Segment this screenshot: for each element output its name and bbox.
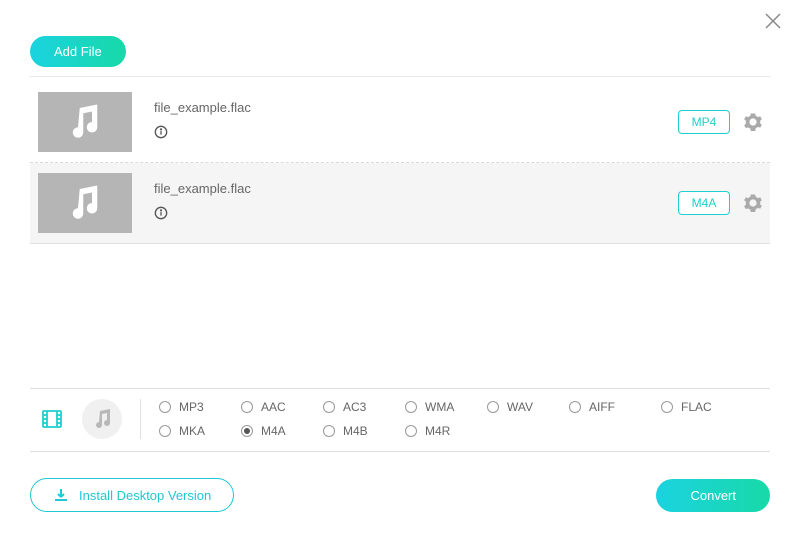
format-option-label: WMA [425, 400, 454, 414]
settings-button[interactable] [744, 194, 762, 212]
radio-icon [159, 425, 171, 437]
film-icon [40, 407, 64, 431]
format-option-label: WAV [507, 400, 533, 414]
radio-icon [241, 425, 253, 437]
format-option-m4r[interactable]: M4R [405, 424, 487, 438]
download-icon [53, 487, 69, 503]
format-option-flac[interactable]: FLAC [661, 400, 753, 414]
format-option-wav[interactable]: WAV [487, 400, 569, 414]
gear-icon [744, 194, 762, 212]
format-option-label: M4R [425, 424, 450, 438]
format-option-m4b[interactable]: M4B [323, 424, 405, 438]
add-file-button[interactable]: Add File [30, 36, 126, 67]
file-thumbnail [38, 173, 132, 233]
radio-icon [405, 401, 417, 413]
gear-icon [744, 113, 762, 131]
file-list: file_example.flac MP4 file_example.flac … [30, 82, 770, 244]
radio-icon [323, 401, 335, 413]
info-button[interactable] [154, 125, 168, 139]
radio-icon [661, 401, 673, 413]
radio-icon [405, 425, 417, 437]
install-label: Install Desktop Version [79, 488, 211, 503]
info-icon [154, 125, 168, 139]
file-name: file_example.flac [154, 100, 678, 115]
radio-icon [487, 401, 499, 413]
settings-button[interactable] [744, 113, 762, 131]
radio-icon [241, 401, 253, 413]
footer: Install Desktop Version Convert [30, 478, 770, 512]
format-badge[interactable]: MP4 [678, 110, 730, 134]
info-button[interactable] [154, 206, 168, 220]
video-category-tab[interactable] [40, 407, 64, 431]
divider [30, 76, 770, 77]
format-option-aac[interactable]: AAC [241, 400, 323, 414]
format-badge[interactable]: M4A [678, 191, 730, 215]
format-option-label: M4B [343, 424, 368, 438]
file-meta: file_example.flac [154, 181, 678, 225]
file-row[interactable]: file_example.flac MP4 [30, 82, 770, 163]
music-icon [90, 407, 114, 431]
format-option-label: AC3 [343, 400, 366, 414]
audio-category-tab[interactable] [82, 399, 122, 439]
format-option-wma[interactable]: WMA [405, 400, 487, 414]
category-tabs [30, 399, 141, 439]
install-desktop-button[interactable]: Install Desktop Version [30, 478, 234, 512]
format-option-label: FLAC [681, 400, 712, 414]
file-thumbnail [38, 92, 132, 152]
radio-icon [159, 401, 171, 413]
music-note-icon [64, 182, 106, 224]
close-button[interactable] [764, 12, 782, 35]
close-icon [764, 12, 782, 30]
format-option-label: MP3 [179, 400, 204, 414]
format-option-mka[interactable]: MKA [159, 424, 241, 438]
format-panel: MP3 AAC AC3 WMA WAV AIFF FLAC MKA M4A M4B M4R [30, 388, 770, 452]
format-option-label: AAC [261, 400, 286, 414]
format-option-label: AIFF [589, 400, 615, 414]
format-option-m4a[interactable]: M4A [241, 424, 323, 438]
format-grid: MP3 AAC AC3 WMA WAV AIFF FLAC MKA M4A M4B M4R [159, 400, 770, 438]
info-icon [154, 206, 168, 220]
radio-icon [569, 401, 581, 413]
format-option-label: MKA [179, 424, 205, 438]
format-option-ac3[interactable]: AC3 [323, 400, 405, 414]
file-meta: file_example.flac [154, 100, 678, 144]
radio-icon [323, 425, 335, 437]
file-row[interactable]: file_example.flac M4A [30, 163, 770, 244]
format-option-aiff[interactable]: AIFF [569, 400, 661, 414]
music-note-icon [64, 101, 106, 143]
convert-button[interactable]: Convert [656, 479, 770, 512]
format-option-label: M4A [261, 424, 286, 438]
file-name: file_example.flac [154, 181, 678, 196]
format-option-mp3[interactable]: MP3 [159, 400, 241, 414]
